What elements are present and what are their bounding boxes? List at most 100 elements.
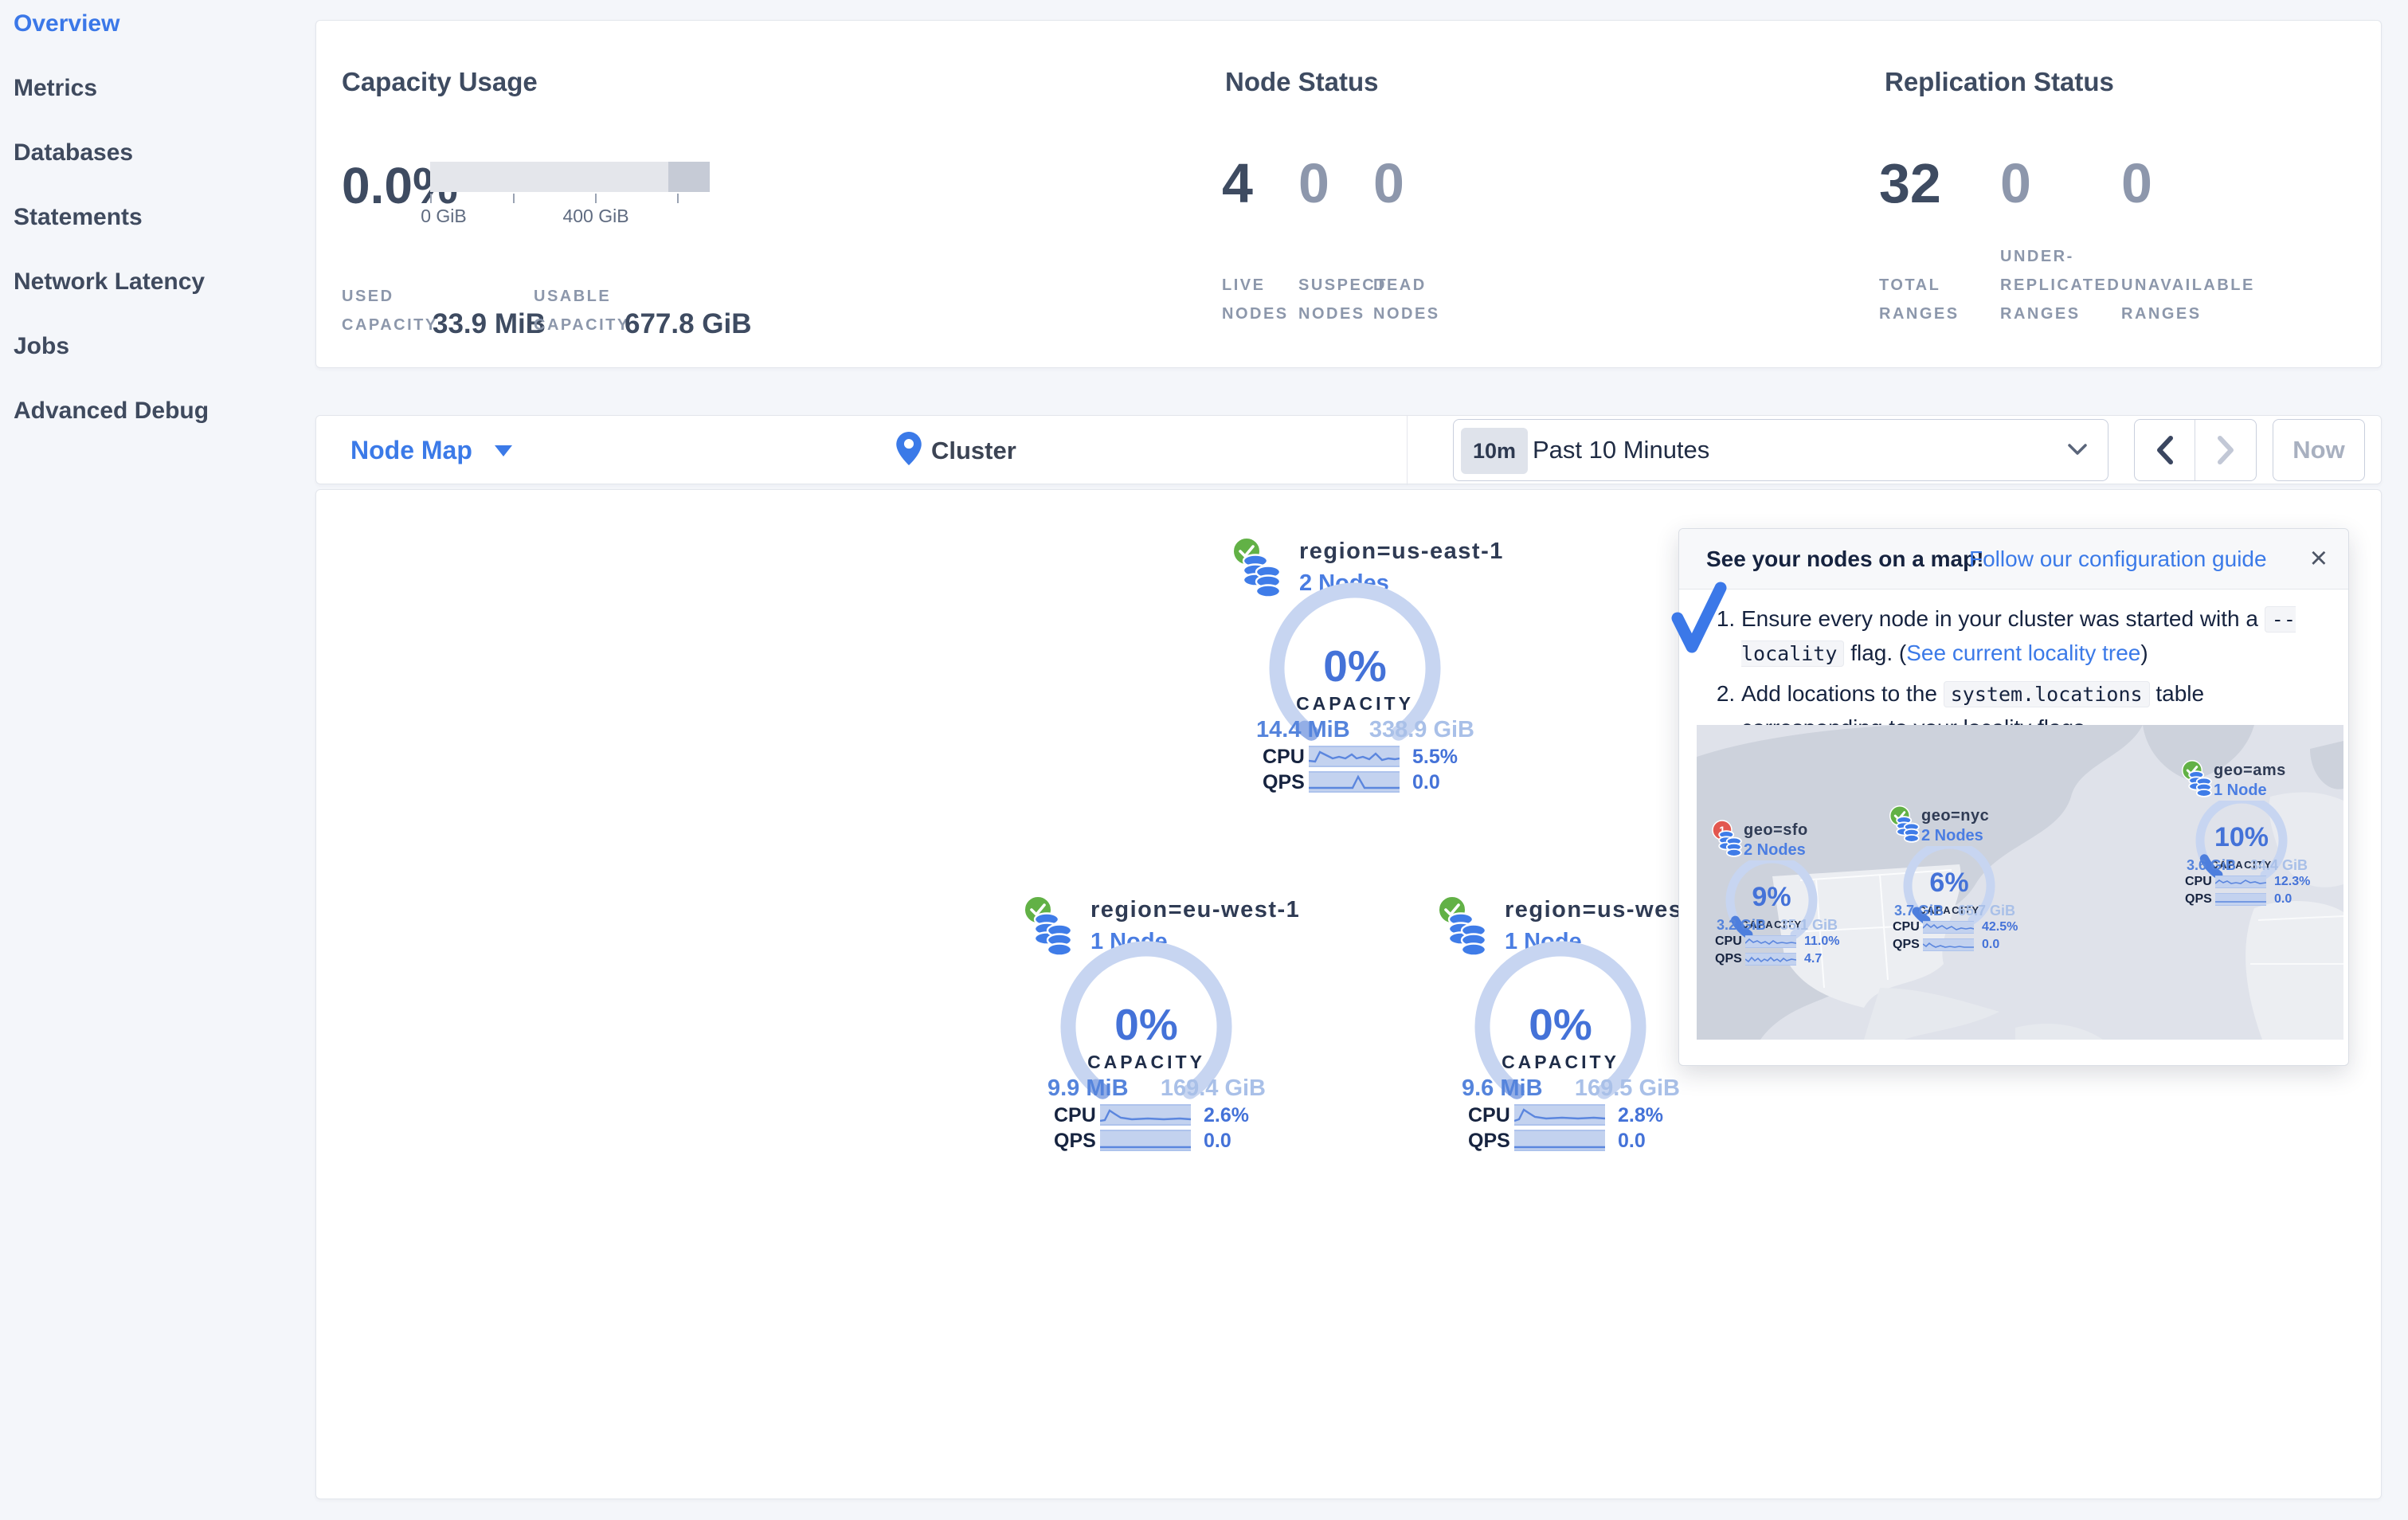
region-total-capacity: 338.9 GiB — [1368, 717, 1474, 742]
dead-nodes-label: DEAD NODES — [1373, 276, 1440, 323]
breadcrumb[interactable]: Cluster — [896, 416, 1016, 485]
qps-label: QPS — [1054, 1130, 1096, 1152]
time-range-value: Past 10 Minutes — [1533, 436, 1710, 464]
sidebar-item-metrics[interactable]: Metrics — [14, 76, 312, 101]
qps-label: QPS — [1893, 938, 1920, 951]
configuration-guide-link[interactable]: Follow our configuration guide — [1969, 546, 2267, 572]
view-mode-dropdown[interactable]: Node Map — [350, 416, 512, 485]
replication-status-title: Replication Status — [1885, 67, 2114, 96]
time-range-select[interactable]: 10m Past 10 Minutes — [1453, 419, 2108, 481]
qps-sparkline — [1309, 771, 1400, 793]
capacity-axis-tick — [595, 194, 597, 203]
region-title: region=us-east-1 — [1299, 539, 1504, 564]
mini-used-capacity: 3.2 GiB — [1717, 917, 1767, 933]
mini-gauge-percent: 6% — [1929, 868, 1969, 898]
cpu-label: CPU — [1263, 746, 1305, 768]
mini-region-title: geo=sfo — [1744, 821, 1808, 839]
cpu-value: 2.8% — [1618, 1104, 1663, 1126]
region-used-capacity: 9.9 MiB — [1047, 1075, 1129, 1101]
cpu-value: 42.5% — [1982, 920, 2018, 934]
gauge-capacity-label: CAPACITY — [1087, 1052, 1205, 1072]
region-us-east-1: region=us-east-1 2 Nodes 0% CAPACITY 14.… — [1232, 534, 1502, 813]
sidebar-item-jobs[interactable]: Jobs — [14, 334, 312, 359]
view-mode-label: Node Map — [350, 436, 472, 464]
popup-title: See your nodes on a map! — [1706, 546, 1984, 571]
cpu-label: CPU — [2185, 875, 2212, 888]
sidebar-item-databases[interactable]: Databases — [14, 140, 312, 166]
sidebar-item-network-latency[interactable]: Network Latency — [14, 269, 312, 295]
under-replicated-ranges-label: UNDER-REPLICATED RANGES — [2000, 248, 2121, 323]
qps-sparkline — [1514, 1130, 1605, 1151]
cpu-sparkline — [1513, 1104, 1606, 1126]
usable-capacity-value: 677.8 GiB — [625, 308, 752, 339]
step-1-text: flag. ( — [1844, 641, 1907, 665]
capacity-bar-nonusable-segment — [668, 162, 710, 192]
qps-sparkline — [1100, 1130, 1191, 1151]
locality-tree-link[interactable]: See current locality tree — [1906, 641, 2140, 665]
capacity-bar — [430, 162, 710, 192]
node-status-title: Node Status — [1225, 67, 1379, 96]
mini-region-geo-ams: geo=ams 1 Node 10% CAPACITY 3.6 GiB 34.4… — [2182, 760, 2327, 908]
used-capacity-value: 33.9 MiB — [433, 308, 546, 339]
usable-capacity-stat: USABLE CAPACITY 677.8 GiB — [534, 282, 752, 339]
sidebar-item-advanced-debug[interactable]: Advanced Debug — [14, 398, 312, 424]
cpu-value: 2.6% — [1204, 1104, 1249, 1126]
unavailable-ranges-label: UNAVAILABLE RANGES — [2121, 276, 2255, 323]
qps-value: 0.0 — [2274, 892, 2292, 906]
time-nav-buttons — [2134, 419, 2257, 481]
mini-total-capacity: 35.1 GiB — [1780, 917, 1838, 933]
cpu-sparkline — [1922, 921, 1975, 934]
qps-sparkline — [1744, 953, 1797, 966]
cpu-value: 5.5% — [1412, 746, 1458, 768]
sidebar: Overview Metrics Databases Statements Ne… — [0, 0, 312, 1520]
sidebar-item-overview[interactable]: Overview — [14, 11, 312, 37]
database-nodes-icon — [1718, 829, 1742, 862]
cpu-sparkline — [1744, 935, 1797, 948]
time-prev-button[interactable] — [2135, 420, 2195, 480]
cpu-label: CPU — [1715, 934, 1742, 948]
qps-value: 0.0 — [1204, 1130, 1231, 1152]
qps-label: QPS — [1468, 1130, 1510, 1152]
qps-value: 4.7 — [1804, 952, 1823, 966]
region-used-capacity: 14.4 MiB — [1256, 717, 1350, 742]
used-capacity-stat: USED CAPACITY 33.9 MiB — [342, 282, 546, 339]
qps-label: QPS — [1263, 771, 1305, 793]
region-used-capacity: 9.6 MiB — [1462, 1075, 1543, 1101]
qps-label: QPS — [1715, 952, 1742, 966]
mini-region-title: geo=ams — [2214, 762, 2286, 779]
qps-sparkline — [2215, 893, 2266, 906]
popup-header: See your nodes on a map! Follow our conf… — [1679, 529, 2348, 590]
usable-capacity-label: USABLE CAPACITY — [534, 288, 630, 334]
breadcrumb-label: Cluster — [931, 436, 1016, 464]
total-ranges-value: 32 — [1879, 152, 1941, 214]
gauge-percent: 0% — [1323, 641, 1387, 691]
region-eu-west-1: region=eu-west-1 1 Node 0% CAPACITY 9.9 … — [1024, 892, 1299, 1171]
cpu-value: 12.3% — [2274, 875, 2311, 888]
under-replicated-ranges-value: 0 — [2000, 152, 2031, 214]
mini-region-nodes-link[interactable]: 1 Node — [2214, 782, 2267, 800]
cpu-label: CPU — [1893, 920, 1920, 934]
mini-region-nodes-link[interactable]: 2 Nodes — [1921, 827, 1983, 845]
step-1-text: ) — [2140, 641, 2148, 665]
capacity-axis-tick — [513, 194, 515, 203]
mini-region-nodes-link[interactable]: 2 Nodes — [1744, 841, 1806, 860]
gauge-percent: 0% — [1529, 1000, 1592, 1049]
cpu-sparkline — [1308, 746, 1400, 767]
region-total-capacity: 169.5 GiB — [1574, 1075, 1680, 1101]
capacity-usage-title: Capacity Usage — [342, 67, 538, 96]
capacity-axis-label-0: 0 GiB — [421, 206, 467, 226]
time-next-button[interactable] — [2195, 420, 2256, 480]
sidebar-item-statements[interactable]: Statements — [14, 205, 312, 230]
used-capacity-label: USED CAPACITY — [342, 288, 438, 334]
close-icon[interactable]: × — [2310, 543, 2328, 574]
database-nodes-icon — [1896, 815, 1920, 848]
cpu-label: CPU — [1054, 1104, 1096, 1126]
unavailable-ranges-stat: 0 UNAVAILABLE RANGES — [2121, 155, 2253, 328]
database-nodes-icon — [2188, 770, 2212, 802]
qps-sparkline — [1922, 938, 1974, 951]
total-ranges-stat: 32 TOTAL RANGES — [1879, 155, 1991, 328]
now-button[interactable]: Now — [2273, 419, 2365, 481]
mini-gauge-percent: 10% — [2214, 822, 2269, 852]
gauge-capacity-label: CAPACITY — [1296, 693, 1414, 714]
region-total-capacity: 169.4 GiB — [1160, 1075, 1266, 1101]
